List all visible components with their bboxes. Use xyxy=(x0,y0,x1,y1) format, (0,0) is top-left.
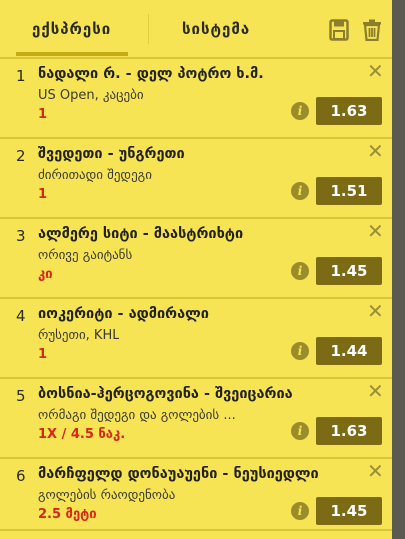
info-icon[interactable]: i xyxy=(291,422,309,440)
close-icon[interactable]: ✕ xyxy=(367,301,384,321)
bet-title: ბოსნია-ჰერცოგოვინა - შვეიცარია xyxy=(38,386,293,402)
bet-item: 6 მარჩფელდ დონაუაუენი - ნეუსიედლი გოლები… xyxy=(0,459,392,537)
bet-title: ალმერე სიტი - მაასტრიხტი xyxy=(38,226,244,242)
bet-item: 4 იოკერიტი - ადმირალი რუსეთი, KHL 1 ✕ i … xyxy=(0,299,392,377)
close-icon[interactable]: ✕ xyxy=(367,141,384,161)
bet-item: 3 ალმერე სიტი - მაასტრიხტი ორივე გაიტანს… xyxy=(0,219,392,297)
close-icon[interactable]: ✕ xyxy=(367,221,384,241)
bet-pick: 1 xyxy=(38,107,48,122)
odds-value[interactable]: 1.45 xyxy=(316,497,382,525)
bet-market: ორმაგი შედეგი და გოლების ... xyxy=(38,408,236,423)
bet-pick: 1 xyxy=(38,347,48,362)
bet-title: ნადალი რ. - დელ პოტრო ხ.მ. xyxy=(38,66,264,82)
odds-value[interactable]: 1.63 xyxy=(316,97,382,125)
bet-market: ორივე გაიტანს xyxy=(38,248,133,263)
info-icon[interactable]: i xyxy=(291,262,309,280)
close-icon[interactable]: ✕ xyxy=(367,61,384,81)
trash-icon[interactable] xyxy=(362,19,382,42)
info-icon[interactable]: i xyxy=(291,502,309,520)
close-icon[interactable]: ✕ xyxy=(367,461,384,481)
bet-index: 1 xyxy=(16,67,26,85)
scroll-gutter xyxy=(392,0,405,539)
betslip-panel: ექსპრესი სისტემა 1 ნადალი რ. - დელ პოტრო… xyxy=(0,0,392,539)
close-icon[interactable]: ✕ xyxy=(367,381,384,401)
bet-item: 2 შვედეთი - უნგრეთი ძირითადი შედეგი 1 ✕ … xyxy=(0,139,392,217)
bet-pick: 2.5 მეტი xyxy=(38,507,97,522)
bet-title: შვედეთი - უნგრეთი xyxy=(38,146,185,162)
odds-value[interactable]: 1.45 xyxy=(316,257,382,285)
bet-index: 6 xyxy=(16,467,26,485)
bet-divider xyxy=(0,529,392,531)
bet-item: 1 ნადალი რ. - დელ პოტრო ხ.მ. US Open, კა… xyxy=(0,59,392,137)
bet-market: ძირითადი შედეგი xyxy=(38,168,152,183)
info-icon[interactable]: i xyxy=(291,342,309,360)
bet-index: 5 xyxy=(16,387,26,405)
bet-pick: 1 xyxy=(38,187,48,202)
active-tab-indicator xyxy=(16,52,128,56)
info-icon[interactable]: i xyxy=(291,182,309,200)
betslip-tabs: ექსპრესი სისტემა xyxy=(0,0,392,57)
info-icon[interactable]: i xyxy=(291,102,309,120)
odds-value[interactable]: 1.51 xyxy=(316,177,382,205)
odds-value[interactable]: 1.63 xyxy=(316,417,382,445)
tab-express[interactable]: ექსპრესი xyxy=(32,20,111,38)
odds-value[interactable]: 1.44 xyxy=(316,337,382,365)
bet-market: რუსეთი, KHL xyxy=(38,328,120,343)
bet-market: გოლების რაოდენობა xyxy=(38,488,176,503)
bet-pick: 1X / 4.5 ნაკ. xyxy=(38,427,126,442)
bet-title: იოკერიტი - ადმირალი xyxy=(38,306,209,322)
tab-system[interactable]: სისტემა xyxy=(182,20,250,38)
save-icon[interactable] xyxy=(329,19,349,41)
tab-divider xyxy=(148,14,149,44)
bet-market: US Open, კაცები xyxy=(38,88,144,103)
bet-item: 5 ბოსნია-ჰერცოგოვინა - შვეიცარია ორმაგი … xyxy=(0,379,392,457)
bet-index: 4 xyxy=(16,307,26,325)
bet-pick: კი xyxy=(38,267,53,282)
bet-index: 2 xyxy=(16,147,26,165)
bet-index: 3 xyxy=(16,227,26,245)
bet-title: მარჩფელდ დონაუაუენი - ნეუსიედლი xyxy=(38,466,319,482)
